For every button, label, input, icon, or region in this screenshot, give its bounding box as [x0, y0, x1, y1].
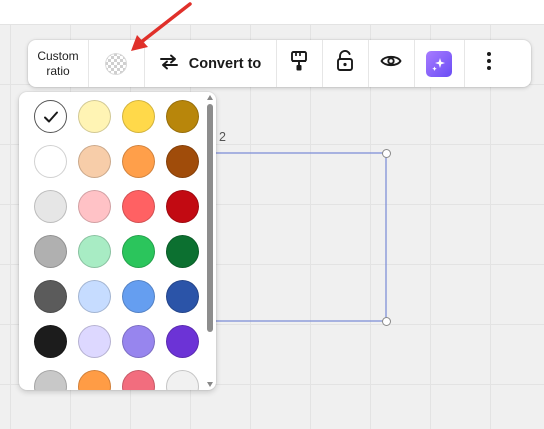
scroll-up-icon[interactable]: [207, 95, 213, 100]
top-strip: [0, 0, 544, 24]
scroll-thumb[interactable]: [207, 104, 213, 332]
lock-button[interactable]: [322, 40, 368, 87]
color-swatch[interactable]: [122, 280, 155, 313]
shape-outline: [199, 152, 387, 322]
color-swatch[interactable]: [34, 145, 67, 178]
color-swatch[interactable]: [122, 190, 155, 223]
color-swatch[interactable]: [34, 280, 67, 313]
format-painter-button[interactable]: [276, 40, 322, 87]
context-toolbar: Custom ratio Convert to: [28, 40, 531, 87]
resize-handle-top-right[interactable]: [382, 149, 391, 158]
ai-assist-button[interactable]: [414, 40, 464, 87]
color-swatch[interactable]: [122, 145, 155, 178]
convert-to-label: Convert to: [188, 55, 262, 72]
color-swatch[interactable]: [166, 145, 199, 178]
paint-brush-icon: [289, 50, 309, 77]
color-palette-popup: [19, 92, 216, 390]
custom-ratio-line2: ratio: [46, 63, 70, 78]
color-swatch[interactable]: [34, 190, 67, 223]
more-options-button[interactable]: [464, 40, 513, 87]
checkmark-icon: [43, 111, 58, 122]
color-swatch[interactable]: [166, 100, 199, 133]
resize-handle-bottom-right[interactable]: [382, 317, 391, 326]
color-swatch[interactable]: [78, 145, 111, 178]
color-swatch[interactable]: [78, 370, 111, 390]
color-swatch[interactable]: [34, 100, 67, 133]
eye-icon: [380, 53, 402, 74]
color-swatch[interactable]: [34, 235, 67, 268]
custom-ratio-line1: Custom: [37, 48, 79, 63]
palette-scrollbar[interactable]: [205, 92, 216, 390]
color-swatch[interactable]: [78, 100, 111, 133]
more-vertical-icon: [486, 51, 492, 76]
color-swatch[interactable]: [78, 235, 111, 268]
color-swatch[interactable]: [78, 325, 111, 358]
color-swatch[interactable]: [166, 235, 199, 268]
custom-ratio-button[interactable]: Custom ratio: [28, 40, 88, 87]
sparkles-icon: [426, 50, 452, 77]
arrows-swap-icon: [159, 54, 179, 74]
fill-color-button[interactable]: [88, 40, 144, 87]
color-swatch[interactable]: [122, 100, 155, 133]
color-swatch[interactable]: [166, 190, 199, 223]
swatch-grid: [34, 100, 214, 390]
color-swatch[interactable]: [122, 235, 155, 268]
color-swatch[interactable]: [78, 190, 111, 223]
transparent-fill-icon: [105, 52, 127, 75]
color-swatch[interactable]: [166, 280, 199, 313]
color-swatch[interactable]: [122, 325, 155, 358]
color-swatch[interactable]: [78, 280, 111, 313]
scroll-down-icon[interactable]: [207, 382, 213, 387]
convert-to-button[interactable]: Convert to: [144, 40, 276, 87]
color-swatch[interactable]: [122, 370, 155, 390]
unlock-icon: [336, 50, 354, 77]
color-swatch[interactable]: [34, 370, 67, 390]
frame-label: 2: [219, 130, 226, 144]
color-swatch[interactable]: [166, 370, 199, 390]
color-swatch[interactable]: [166, 325, 199, 358]
color-swatch[interactable]: [34, 325, 67, 358]
visibility-button[interactable]: [368, 40, 414, 87]
